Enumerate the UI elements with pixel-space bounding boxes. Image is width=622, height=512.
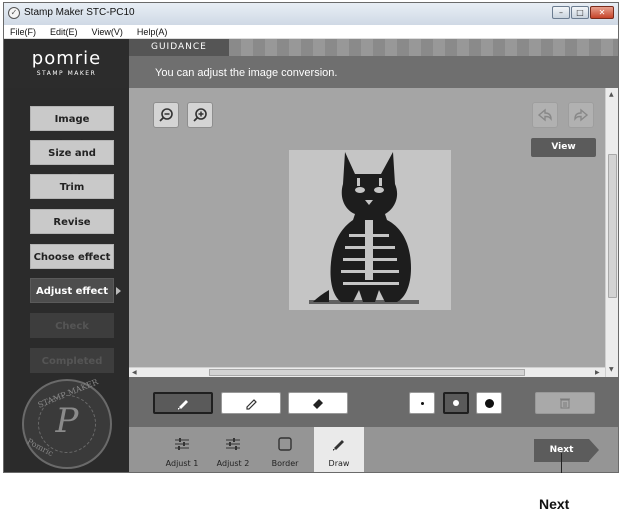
- header: pomrie STAMP MAKER GUIDANCE: [4, 39, 618, 88]
- tab-border-label: Border: [271, 459, 299, 468]
- screenshot-root: ✓ Stamp Maker STC-PC10 – □ ✕ File(F) Edi…: [0, 0, 622, 512]
- step-size-and-position[interactable]: Size and position: [30, 140, 114, 184]
- seal-letter: P: [55, 401, 79, 441]
- close-icon[interactable]: ✕: [590, 6, 614, 19]
- tab-border[interactable]: Border: [260, 427, 310, 472]
- zoom-out-icon: [159, 108, 173, 122]
- guidance-pattern: [229, 39, 618, 56]
- menu-file[interactable]: File(F): [10, 27, 36, 37]
- redo-button[interactable]: [568, 102, 594, 128]
- step-completed: Completed: [30, 348, 114, 373]
- eraser-icon: [313, 399, 323, 409]
- menu-view[interactable]: View(V): [92, 27, 123, 37]
- bottom-tab-bar: Adjust 1 Adjust 2 Border Draw Next: [129, 427, 618, 472]
- undo-button[interactable]: [532, 102, 558, 128]
- vertical-scrollbar[interactable]: ▲ ▼: [605, 88, 618, 377]
- active-step-arrow-icon: [116, 287, 121, 295]
- redo-icon: [574, 108, 589, 122]
- sliders-icon: [226, 438, 240, 450]
- pencil-icon: [246, 399, 257, 410]
- callout-line: [561, 453, 562, 473]
- step-revise[interactable]: Revise: [30, 209, 114, 234]
- window-controls: – □ ✕: [552, 6, 614, 19]
- tab-adjust-1[interactable]: Adjust 1: [157, 427, 207, 472]
- scroll-right-icon[interactable]: ▶: [595, 369, 600, 376]
- scroll-down-icon[interactable]: ▼: [609, 366, 614, 373]
- step-trim[interactable]: Trim: [30, 174, 114, 199]
- size-medium-button[interactable]: [443, 392, 469, 414]
- step-image-selection[interactable]: Image selection: [30, 106, 114, 150]
- large-dot-icon: [484, 398, 494, 408]
- tab-adjust-2-label: Adjust 2: [216, 459, 250, 468]
- menu-help[interactable]: Help(A): [137, 27, 168, 37]
- trash-icon: [560, 398, 570, 409]
- guidance-message: You can adjust the image conversion.: [155, 67, 338, 79]
- callout-next-label: Next: [539, 496, 570, 512]
- small-dot-icon: [420, 401, 424, 405]
- undo-icon: [537, 108, 552, 122]
- minimize-icon[interactable]: –: [552, 6, 570, 19]
- size-large-button[interactable]: [476, 392, 502, 414]
- sliders-icon: [175, 438, 189, 450]
- view-button[interactable]: View: [531, 138, 596, 157]
- delete-button[interactable]: [535, 392, 595, 414]
- border-icon: [278, 437, 292, 451]
- brush-tool-button[interactable]: [153, 392, 213, 414]
- logo-subtext: STAMP MAKER: [36, 70, 97, 77]
- menu-bar: File(F) Edit(E) View(V) Help(A): [4, 25, 618, 39]
- brush-icon: [178, 400, 188, 410]
- menu-edit[interactable]: Edit(E): [50, 27, 78, 37]
- tab-draw-label: Draw: [328, 459, 350, 468]
- size-small-button[interactable]: [409, 392, 435, 414]
- pen-icon: [333, 440, 344, 451]
- horizontal-scrollbar[interactable]: ◀ ▶: [129, 367, 605, 377]
- medium-dot-icon: [453, 400, 459, 406]
- next-arrow-icon: [589, 439, 599, 461]
- app-icon: ✓: [8, 7, 20, 19]
- guidance-label: GUIDANCE: [129, 39, 229, 56]
- tab-adjust-2[interactable]: Adjust 2: [208, 427, 258, 472]
- maximize-icon[interactable]: □: [571, 6, 589, 19]
- preview-canvas[interactable]: View: [129, 88, 605, 367]
- zoom-in-icon: [193, 108, 207, 122]
- step-check: Check: [30, 313, 114, 338]
- step-choose-effect[interactable]: Choose effect: [30, 244, 114, 269]
- stamp-seal-logo: P STAMP MAKER Pomric: [22, 377, 112, 469]
- window-title: Stamp Maker STC-PC10: [24, 7, 135, 18]
- scroll-left-icon[interactable]: ◀: [132, 369, 137, 376]
- cat-illustration: [309, 152, 419, 304]
- scroll-up-icon[interactable]: ▲: [609, 91, 614, 98]
- drawing-toolbar: [129, 377, 618, 427]
- logo-text: pomrie: [31, 48, 102, 69]
- tab-adjust-1-label: Adjust 1: [165, 459, 199, 468]
- step-adjust-effect[interactable]: Adjust effect: [30, 278, 114, 303]
- vertical-scroll-thumb[interactable]: [608, 154, 617, 298]
- tab-draw[interactable]: Draw: [314, 427, 364, 472]
- horizontal-scroll-thumb[interactable]: [209, 369, 525, 376]
- pencil-tool-button[interactable]: [221, 392, 281, 414]
- logo: pomrie STAMP MAKER: [4, 39, 129, 88]
- stamp-preview-image: [289, 150, 451, 310]
- zoom-out-button[interactable]: [153, 102, 179, 128]
- guidance-strip: GUIDANCE: [129, 39, 618, 56]
- app-window: ✓ Stamp Maker STC-PC10 – □ ✕ File(F) Edi…: [3, 2, 619, 473]
- zoom-in-button[interactable]: [187, 102, 213, 128]
- eraser-tool-button[interactable]: [288, 392, 348, 414]
- title-bar: ✓ Stamp Maker STC-PC10 – □ ✕: [4, 3, 618, 25]
